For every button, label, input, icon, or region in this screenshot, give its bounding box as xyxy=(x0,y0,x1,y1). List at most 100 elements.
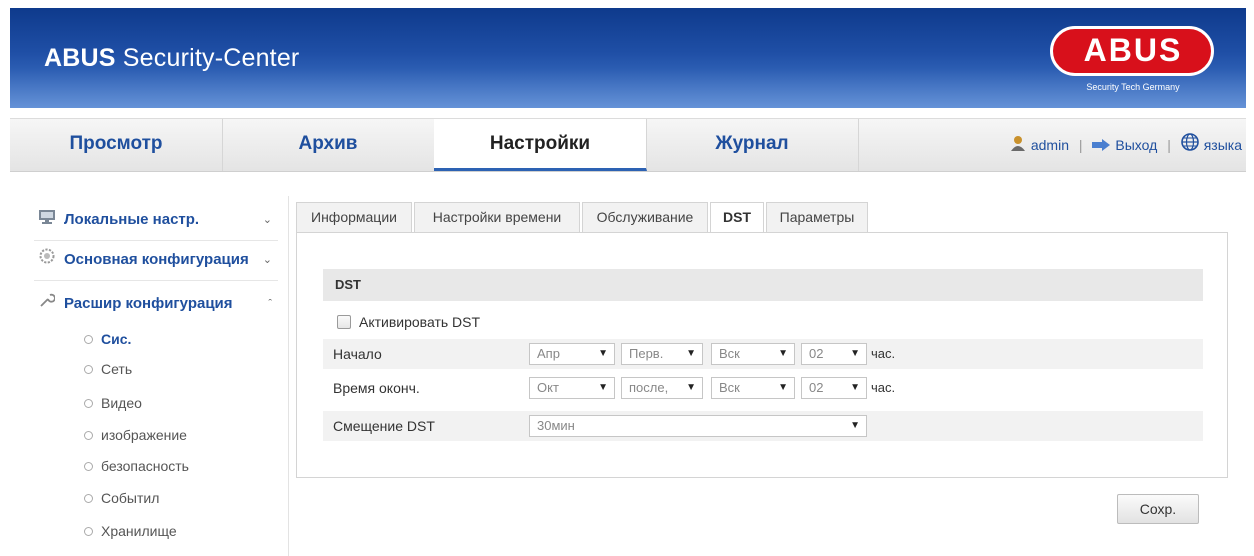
dropdown-arrow-icon: ▼ xyxy=(778,348,788,359)
bullet-icon xyxy=(84,364,93,374)
nav-tab-log[interactable]: Журнал xyxy=(646,119,859,171)
start-day-select[interactable]: Вск ▼ xyxy=(711,343,795,365)
sidebar-section-label: Локальные настр. xyxy=(64,211,200,228)
dropdown-arrow-icon: ▼ xyxy=(686,382,696,393)
sidebar-section-basic-config[interactable]: Основная конфигурация ⌄ xyxy=(38,248,278,272)
logout-link[interactable]: Выход xyxy=(1115,137,1157,153)
start-day-value: Вск xyxy=(719,346,740,361)
end-row: Время оконч. Окт ▼ после, ▼ Вск ▼ 02 ▼ час. xyxy=(323,373,1203,403)
start-month-value: Апр xyxy=(537,346,560,361)
dropdown-arrow-icon: ▼ xyxy=(850,348,860,359)
start-row: Начало Апр ▼ Перв. ▼ Вск ▼ 02 ▼ час. xyxy=(323,339,1203,369)
user-bar: admin | Выход | языка xyxy=(1010,119,1242,171)
globe-icon xyxy=(1180,120,1199,172)
enable-dst-checkbox-wrap[interactable]: Активировать DST xyxy=(337,307,480,337)
offset-select[interactable]: 30мин ▼ xyxy=(529,415,867,437)
sidebar-item-label: безопасность xyxy=(101,458,189,474)
tab-maintenance[interactable]: Обслуживание xyxy=(582,202,708,232)
enable-dst-checkbox[interactable] xyxy=(337,315,351,330)
bullet-icon xyxy=(84,430,93,440)
sidebar-section-label: Расшир конфигурация xyxy=(64,295,233,312)
bullet-icon xyxy=(84,526,93,536)
section-title: DST xyxy=(323,269,1203,301)
dst-panel: DST Активировать DST Начало Апр ▼ Перв. ▼ … xyxy=(296,232,1228,478)
separator: | xyxy=(1078,137,1083,153)
sidebar-item-label: Видео xyxy=(101,395,142,411)
app-title-rest: Security-Center xyxy=(115,44,300,72)
end-hour-value: 02 xyxy=(809,380,824,395)
app-title-brand: ABUS xyxy=(44,44,116,72)
end-week-select[interactable]: после, ▼ xyxy=(621,377,703,399)
start-month-select[interactable]: Апр ▼ xyxy=(529,343,615,365)
offset-label: Смещение DST xyxy=(333,418,435,434)
dropdown-arrow-icon: ▼ xyxy=(686,348,696,359)
end-month-select[interactable]: Окт ▼ xyxy=(529,377,615,399)
divider xyxy=(34,280,278,281)
nav-tab-archive[interactable]: Архив xyxy=(222,119,435,171)
sidebar: Локальные настр. ⌄ Основная конфигурация… xyxy=(34,196,289,556)
sidebar-item-video[interactable]: Видео xyxy=(84,392,142,414)
sidebar-section-label: Основная конфигурация xyxy=(64,251,249,268)
sidebar-item-network[interactable]: Сеть xyxy=(84,358,132,380)
wrench-icon xyxy=(38,292,56,316)
end-day-value: Вск xyxy=(719,380,740,395)
dropdown-arrow-icon: ▼ xyxy=(598,348,608,359)
enable-dst-label: Активировать DST xyxy=(359,314,481,330)
save-button[interactable]: Сохр. xyxy=(1117,494,1199,524)
start-hour-unit: час. xyxy=(871,346,896,361)
sidebar-item-image[interactable]: изображение xyxy=(84,424,187,446)
top-navigation: Просмотр Архив Настройки Журнал admin | … xyxy=(10,118,1246,172)
sidebar-section-advanced-config[interactable]: Расшир конфигурация ˆ xyxy=(38,292,278,316)
start-week-select[interactable]: Перв. ▼ xyxy=(621,343,703,365)
sidebar-item-system[interactable]: Сис. xyxy=(84,328,131,350)
app-title: ABUS Security-Center xyxy=(44,44,299,73)
user-icon xyxy=(1010,120,1026,172)
sidebar-section-local-settings[interactable]: Локальные настр. ⌄ xyxy=(38,208,278,232)
app-header: ABUS Security-Center ABUS Security Tech … xyxy=(10,8,1246,108)
end-day-select[interactable]: Вск ▼ xyxy=(711,377,795,399)
end-label: Время оконч. xyxy=(333,380,420,396)
dropdown-arrow-icon: ▼ xyxy=(850,420,860,431)
tab-information[interactable]: Информации xyxy=(296,202,412,232)
monitor-icon xyxy=(38,208,56,232)
dropdown-arrow-icon: ▼ xyxy=(850,382,860,393)
tab-time-settings[interactable]: Настройки времени xyxy=(414,202,580,232)
sidebar-item-label: Сис. xyxy=(101,331,132,347)
divider xyxy=(34,240,278,241)
sidebar-item-events[interactable]: Событил xyxy=(84,487,159,509)
bullet-icon xyxy=(84,493,93,503)
gear-icon xyxy=(38,248,56,272)
offset-row: Смещение DST 30мин ▼ xyxy=(323,411,1203,441)
sidebar-item-storage[interactable]: Хранилище xyxy=(84,520,177,542)
sidebar-item-label: Событил xyxy=(101,490,160,506)
start-week-value: Перв. xyxy=(629,346,664,361)
bullet-icon xyxy=(84,461,93,471)
nav-tab-settings[interactable]: Настройки xyxy=(434,119,647,171)
start-hour-select[interactable]: 02 ▼ xyxy=(801,343,867,365)
start-label: Начало xyxy=(333,346,382,362)
end-hour-select[interactable]: 02 ▼ xyxy=(801,377,867,399)
tab-dst[interactable]: DST xyxy=(710,202,764,234)
chevron-down-icon: ⌄ xyxy=(262,254,272,266)
sidebar-item-label: Сеть xyxy=(101,361,133,377)
bullet-icon xyxy=(84,398,93,408)
enable-dst-row: Активировать DST xyxy=(323,307,1203,337)
bullet-icon xyxy=(84,334,93,344)
sidebar-item-label: изображение xyxy=(101,427,187,443)
nav-tab-live-view[interactable]: Просмотр xyxy=(10,119,223,171)
offset-value: 30мин xyxy=(537,418,575,433)
logo-text: ABUS xyxy=(1083,32,1183,68)
logout-icon xyxy=(1092,120,1111,172)
end-month-value: Окт xyxy=(537,380,559,395)
logo-tagline: Security Tech Germany xyxy=(1086,82,1180,92)
end-hour-unit: час. xyxy=(871,380,896,395)
sidebar-item-security[interactable]: безопасность xyxy=(84,455,189,477)
separator: | xyxy=(1167,137,1171,153)
tab-parameters[interactable]: Параметры xyxy=(766,202,868,232)
abus-logo: ABUS Security Tech Germany xyxy=(1048,24,1222,98)
language-link[interactable]: языка xyxy=(1204,137,1242,153)
dropdown-arrow-icon: ▼ xyxy=(778,382,788,393)
dropdown-arrow-icon: ▼ xyxy=(598,382,608,393)
username-link[interactable]: admin xyxy=(1031,137,1069,153)
chevron-down-icon: ⌄ xyxy=(262,214,272,226)
